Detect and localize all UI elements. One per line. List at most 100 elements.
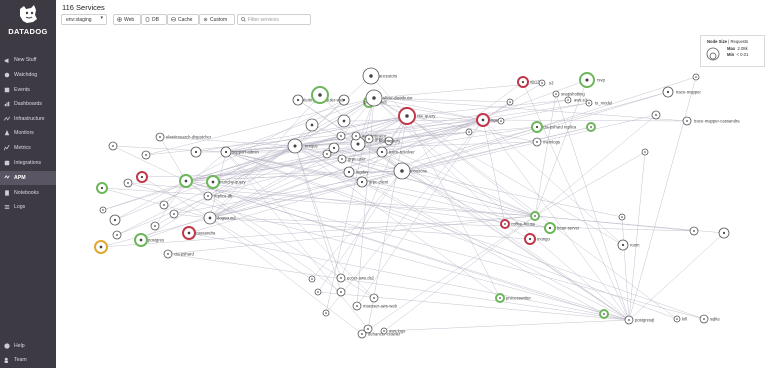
service-node[interactable]: cta-pshard bbox=[163, 249, 194, 259]
sidebar-item-team[interactable]: Team bbox=[0, 353, 56, 367]
service-node[interactable] bbox=[141, 150, 151, 160]
filter-custom-button[interactable]: Custom bbox=[199, 14, 235, 25]
sidebar-item-integrations[interactable]: Integrations bbox=[0, 156, 56, 170]
service-node[interactable]: ancestors bbox=[362, 67, 397, 85]
service-node[interactable] bbox=[99, 206, 107, 214]
service-node[interactable]: room bbox=[617, 239, 640, 251]
datadog-logo[interactable]: DATADOG bbox=[0, 0, 56, 52]
service-node[interactable] bbox=[641, 148, 649, 156]
datadog-dog-icon bbox=[20, 5, 37, 23]
service-node[interactable] bbox=[305, 118, 319, 132]
service-map[interactable]: ancestorsalerting-scheduler-webpaniers-w… bbox=[56, 30, 768, 368]
service-node[interactable]: slicer-distributor bbox=[365, 89, 413, 107]
service-node[interactable]: trace-mapper bbox=[662, 86, 702, 98]
service-type-icon bbox=[400, 169, 404, 173]
service-node[interactable]: aws.s3 bbox=[564, 96, 588, 104]
sidebar-item-new-stuff[interactable]: New Stuff bbox=[0, 53, 56, 67]
sidebar-item-infrastructure[interactable]: Infrastructure bbox=[0, 112, 56, 126]
sidebar-item-logs[interactable]: Logs bbox=[0, 200, 56, 214]
service-node[interactable] bbox=[586, 122, 596, 132]
service-node[interactable] bbox=[94, 240, 108, 254]
service-node[interactable]: postgresql bbox=[624, 315, 654, 325]
service-node[interactable]: memlogs bbox=[532, 137, 560, 147]
service-node[interactable]: bean-server bbox=[544, 222, 580, 234]
service-node[interactable] bbox=[651, 110, 661, 120]
service-node[interactable] bbox=[136, 171, 148, 183]
service-node[interactable] bbox=[308, 275, 316, 283]
service-node[interactable] bbox=[465, 128, 473, 136]
filter-label: Web bbox=[124, 16, 135, 23]
filter-db-button[interactable]: DB bbox=[141, 14, 167, 25]
service-node[interactable] bbox=[96, 182, 108, 194]
service-node[interactable] bbox=[506, 98, 514, 106]
service-node[interactable] bbox=[179, 174, 193, 188]
sidebar-item-events[interactable]: Events bbox=[0, 83, 56, 97]
filter-web-button[interactable]: Web bbox=[113, 14, 141, 25]
service-node[interactable] bbox=[311, 86, 329, 104]
service-label: mongo bbox=[537, 237, 550, 242]
service-label: grpc-client bbox=[369, 180, 389, 185]
service-node[interactable] bbox=[150, 221, 160, 231]
service-node[interactable] bbox=[109, 214, 121, 226]
sidebar-item-metrics[interactable]: Metrics bbox=[0, 141, 56, 155]
service-node[interactable]: s3 bbox=[538, 79, 554, 87]
events-icon bbox=[4, 87, 10, 93]
sidebar-item-monitors[interactable]: Monitors bbox=[0, 126, 56, 140]
search-input[interactable]: Filter services bbox=[237, 14, 311, 25]
service-type-icon bbox=[332, 146, 336, 150]
sidebar-item-notebooks[interactable]: Notebooks bbox=[0, 186, 56, 200]
service-node[interactable] bbox=[190, 146, 202, 158]
service-node[interactable]: grpc-client bbox=[356, 176, 389, 188]
service-node[interactable]: dogsound bbox=[203, 211, 236, 225]
service-node[interactable]: cta_query bbox=[398, 107, 436, 125]
service-node[interactable] bbox=[618, 213, 626, 221]
service-node[interactable]: ts_model bbox=[585, 99, 612, 107]
service-node[interactable] bbox=[169, 209, 179, 219]
service-node[interactable] bbox=[599, 309, 609, 319]
service-node[interactable] bbox=[369, 293, 379, 303]
service-node[interactable] bbox=[718, 227, 730, 239]
service-node[interactable] bbox=[108, 141, 118, 151]
service-node[interactable] bbox=[159, 200, 169, 210]
service-node[interactable]: processwriter bbox=[495, 293, 532, 303]
service-node[interactable]: mongo bbox=[524, 233, 550, 245]
service-label: postgresql bbox=[635, 318, 654, 323]
service-node[interactable] bbox=[322, 309, 330, 317]
service-type-icon bbox=[325, 312, 327, 314]
service-node[interactable]: snapshotting bbox=[552, 90, 585, 98]
service-node[interactable]: trace-mapper-cassandra bbox=[682, 116, 740, 126]
service-node[interactable]: maesser-aws-web bbox=[352, 301, 398, 311]
service-node[interactable] bbox=[322, 149, 332, 159]
service-node[interactable] bbox=[314, 288, 322, 296]
env-selector[interactable]: env:staging ▾ bbox=[61, 14, 107, 25]
sidebar-item-watchdog[interactable]: Watchdog bbox=[0, 68, 56, 82]
sidebar-item-help[interactable]: Help bbox=[0, 339, 56, 353]
service-node[interactable] bbox=[123, 178, 133, 188]
service-node[interactable]: scarr-query bbox=[379, 136, 401, 146]
service-node[interactable] bbox=[337, 114, 351, 128]
service-node[interactable] bbox=[689, 226, 699, 236]
service-node[interactable]: rsvp bbox=[579, 72, 606, 88]
service-node[interactable]: replica-db bbox=[203, 191, 233, 201]
service-node[interactable] bbox=[336, 131, 346, 141]
service-node[interactable]: postgres bbox=[134, 233, 164, 247]
service-node[interactable]: aws.logs bbox=[380, 327, 405, 335]
service-node[interactable]: kill bbox=[673, 315, 687, 323]
service-type-icon bbox=[373, 297, 375, 299]
service-node[interactable] bbox=[336, 287, 346, 297]
service-node[interactable] bbox=[292, 94, 304, 106]
service-node[interactable]: rtb13 bbox=[517, 76, 540, 88]
sidebar-item-apm[interactable]: APM bbox=[0, 171, 56, 185]
sidebar-item-label: Events bbox=[14, 87, 30, 93]
service-label: s3 bbox=[549, 81, 554, 86]
service-node[interactable] bbox=[692, 73, 700, 81]
service-node[interactable] bbox=[530, 211, 540, 221]
sidebar-item-dashboards[interactable]: Dashboards bbox=[0, 97, 56, 111]
service-node[interactable] bbox=[497, 117, 505, 125]
service-node[interactable]: sqlite bbox=[699, 314, 720, 324]
service-edge bbox=[406, 115, 501, 299]
filter-cache-button[interactable]: Cache bbox=[167, 14, 199, 25]
watchdog-icon bbox=[4, 72, 10, 78]
service-node[interactable] bbox=[112, 230, 122, 240]
service-nodes[interactable]: ancestorsalerting-scheduler-webpaniers-w… bbox=[94, 67, 740, 339]
